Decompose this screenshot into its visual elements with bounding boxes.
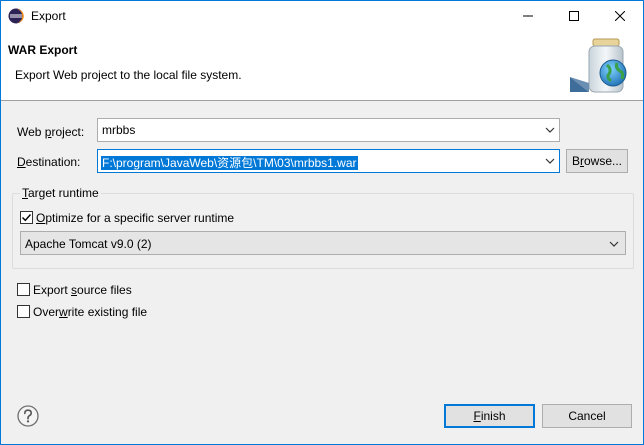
chevron-down-icon bbox=[545, 127, 555, 133]
title-bar[interactable]: Export bbox=[1, 1, 643, 31]
wizard-header: WAR Export Export Web project to the loc… bbox=[1, 31, 643, 101]
export-source-label[interactable]: Export source files bbox=[33, 283, 132, 297]
optimize-label[interactable]: Optimize for a specific server runtime bbox=[36, 211, 234, 225]
web-project-combo[interactable]: mrbbs bbox=[97, 118, 560, 142]
server-runtime-value: Apache Tomcat v9.0 (2) bbox=[25, 237, 152, 251]
finish-button[interactable]: Finish bbox=[444, 404, 535, 428]
checkmark-icon bbox=[22, 214, 32, 222]
destination-value: F:\program\JavaWeb\资源包\TM\03\mrbbs1.war bbox=[101, 156, 358, 170]
close-icon bbox=[615, 11, 625, 21]
maximize-button[interactable] bbox=[551, 1, 597, 31]
maximize-icon bbox=[569, 11, 579, 21]
destination-combo[interactable]: F:\program\JavaWeb\资源包\TM\03\mrbbs1.war bbox=[97, 149, 560, 173]
optimize-checkbox[interactable] bbox=[20, 211, 33, 224]
overwrite-checkbox[interactable] bbox=[17, 305, 30, 318]
chevron-down-icon bbox=[609, 241, 619, 247]
minimize-button[interactable] bbox=[505, 1, 551, 31]
window-title: Export bbox=[31, 9, 66, 23]
war-export-wizard-icon bbox=[570, 38, 627, 93]
close-button[interactable] bbox=[597, 1, 643, 31]
export-dialog: Export WAR Export Export Web project to … bbox=[0, 0, 644, 445]
page-title: WAR Export bbox=[8, 43, 78, 57]
browse-button[interactable]: Br owse... bbox=[566, 149, 628, 173]
export-source-checkbox[interactable] bbox=[17, 283, 30, 296]
minimize-icon bbox=[523, 15, 533, 17]
server-runtime-dropdown[interactable]: Apache Tomcat v9.0 (2) bbox=[20, 231, 626, 255]
web-project-value: mrbbs bbox=[102, 123, 136, 137]
help-icon[interactable] bbox=[17, 405, 39, 427]
page-description: Export Web project to the local file sys… bbox=[15, 68, 242, 82]
cancel-button[interactable]: Cancel bbox=[542, 404, 632, 428]
destination-label: Destination: bbox=[17, 155, 81, 169]
chevron-down-icon bbox=[545, 158, 555, 164]
overwrite-label[interactable]: Overwrite existing file bbox=[33, 305, 147, 319]
eclipse-icon bbox=[8, 8, 24, 24]
target-runtime-title: Target runtime bbox=[20, 186, 101, 200]
web-project-label: Web project: bbox=[17, 125, 85, 139]
